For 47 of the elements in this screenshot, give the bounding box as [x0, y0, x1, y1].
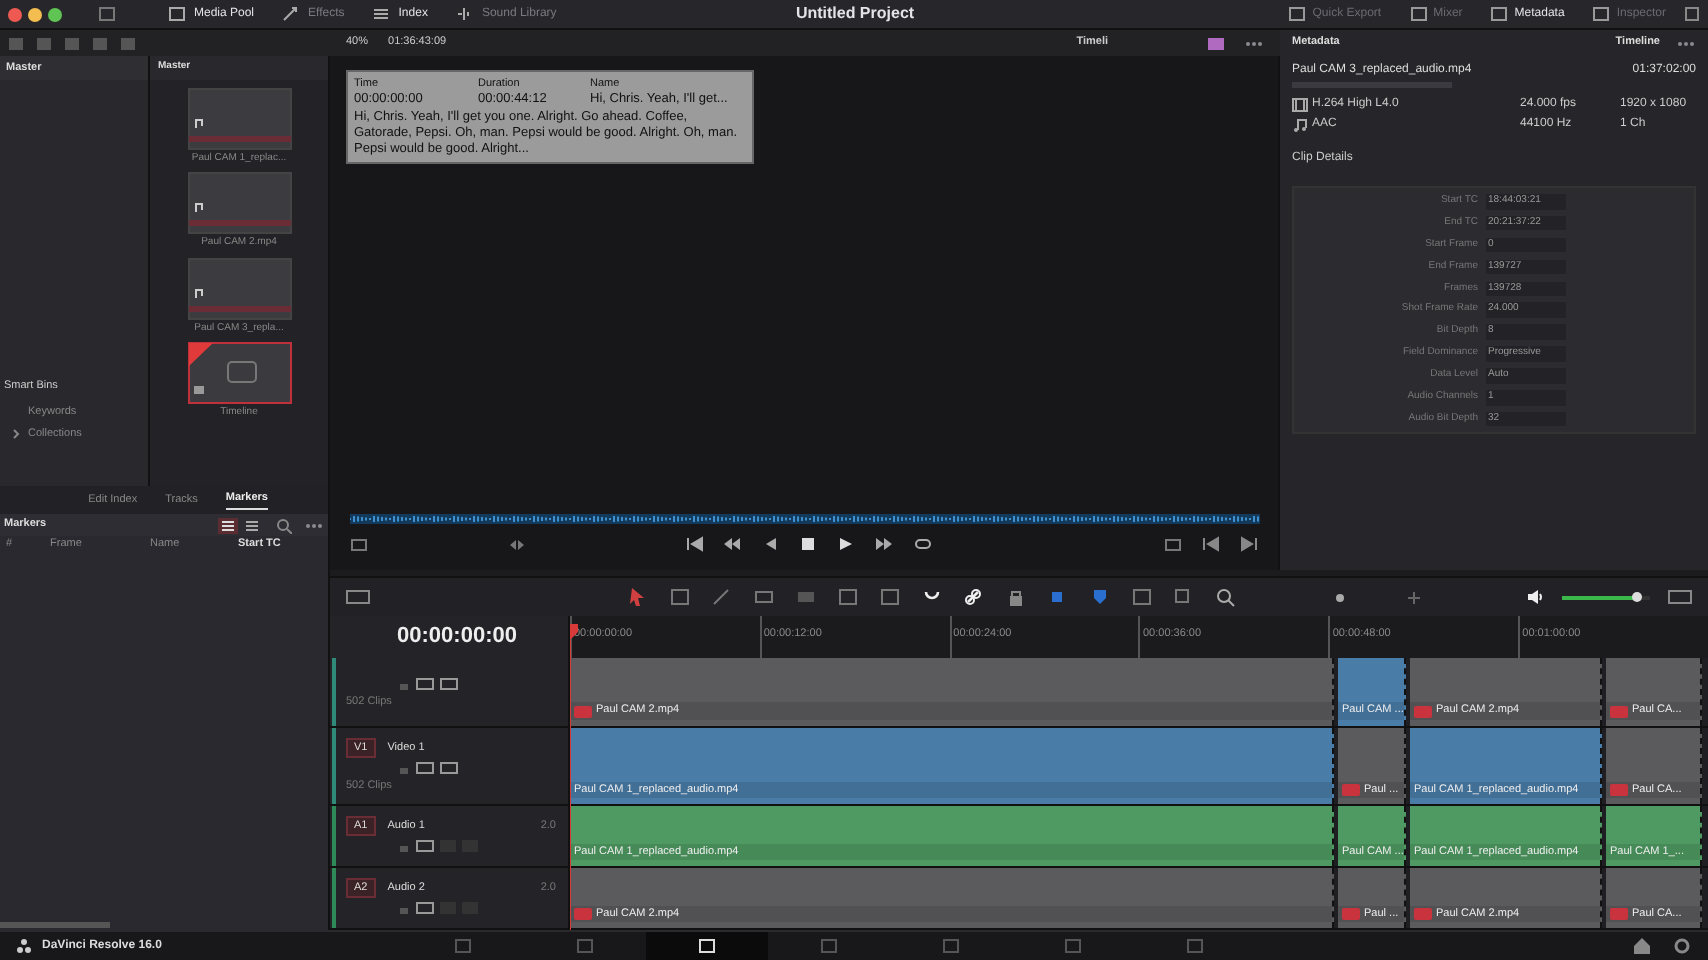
search-icon[interactable]	[276, 517, 292, 533]
music-note-icon	[1292, 117, 1308, 131]
warning-badge-icon	[1414, 907, 1432, 920]
zoom-custom-icon[interactable]	[1216, 587, 1236, 607]
film-icon	[1292, 97, 1308, 111]
next-icon[interactable]	[1240, 536, 1258, 552]
warning-badge-icon	[1610, 705, 1628, 718]
page-tab[interactable]	[645, 932, 768, 960]
pointer-icon[interactable]	[628, 587, 648, 607]
blade-icon[interactable]	[712, 587, 732, 607]
play-icon[interactable]	[838, 536, 856, 552]
add-icon[interactable]	[1408, 591, 1420, 603]
warning-badge-icon	[1342, 907, 1360, 920]
grid-view-icon[interactable]	[244, 517, 260, 533]
step-forward-icon[interactable]	[876, 536, 894, 552]
clip-thumbnail-icon[interactable]	[187, 172, 291, 234]
jog-icon[interactable]	[508, 537, 526, 551]
skip-back-icon[interactable]	[686, 536, 704, 552]
previous-icon[interactable]	[1202, 536, 1220, 552]
window-title: Untitled Project	[793, 2, 917, 26]
settings-icon[interactable]	[1672, 936, 1692, 956]
index-icon	[372, 6, 391, 22]
link-icon[interactable]	[964, 587, 984, 607]
clip-thumbnail-icon[interactable]	[187, 87, 291, 149]
warning-badge-icon	[574, 705, 592, 718]
app-logo-icon	[16, 938, 32, 954]
slider-thumb[interactable]	[1632, 591, 1643, 601]
warning-badge-icon	[1342, 784, 1360, 797]
home-icon[interactable]	[1632, 936, 1652, 956]
warning-badge-icon	[1414, 705, 1432, 718]
dot-icon[interactable]	[1334, 591, 1346, 603]
loop-icon[interactable]	[914, 536, 932, 552]
sound-library-icon	[455, 6, 474, 22]
stop-icon[interactable]	[800, 536, 818, 552]
list-view-icon[interactable]	[218, 517, 238, 533]
timeline-thumbnail-icon[interactable]	[187, 342, 291, 404]
step-back-icon[interactable]	[724, 536, 742, 552]
effects-icon	[282, 6, 301, 22]
warning-badge-icon	[1610, 907, 1628, 920]
chevron-icon[interactable]	[12, 427, 20, 440]
speaker-icon[interactable]	[1526, 588, 1544, 606]
clip-thumbnail-icon[interactable]	[187, 257, 291, 319]
warning-badge-icon	[574, 907, 592, 920]
reverse-play-icon[interactable]	[762, 536, 780, 552]
scrollbar[interactable]	[0, 922, 110, 928]
warning-badge-icon	[1610, 784, 1628, 797]
timecode: 00:00:00:00	[395, 622, 517, 653]
